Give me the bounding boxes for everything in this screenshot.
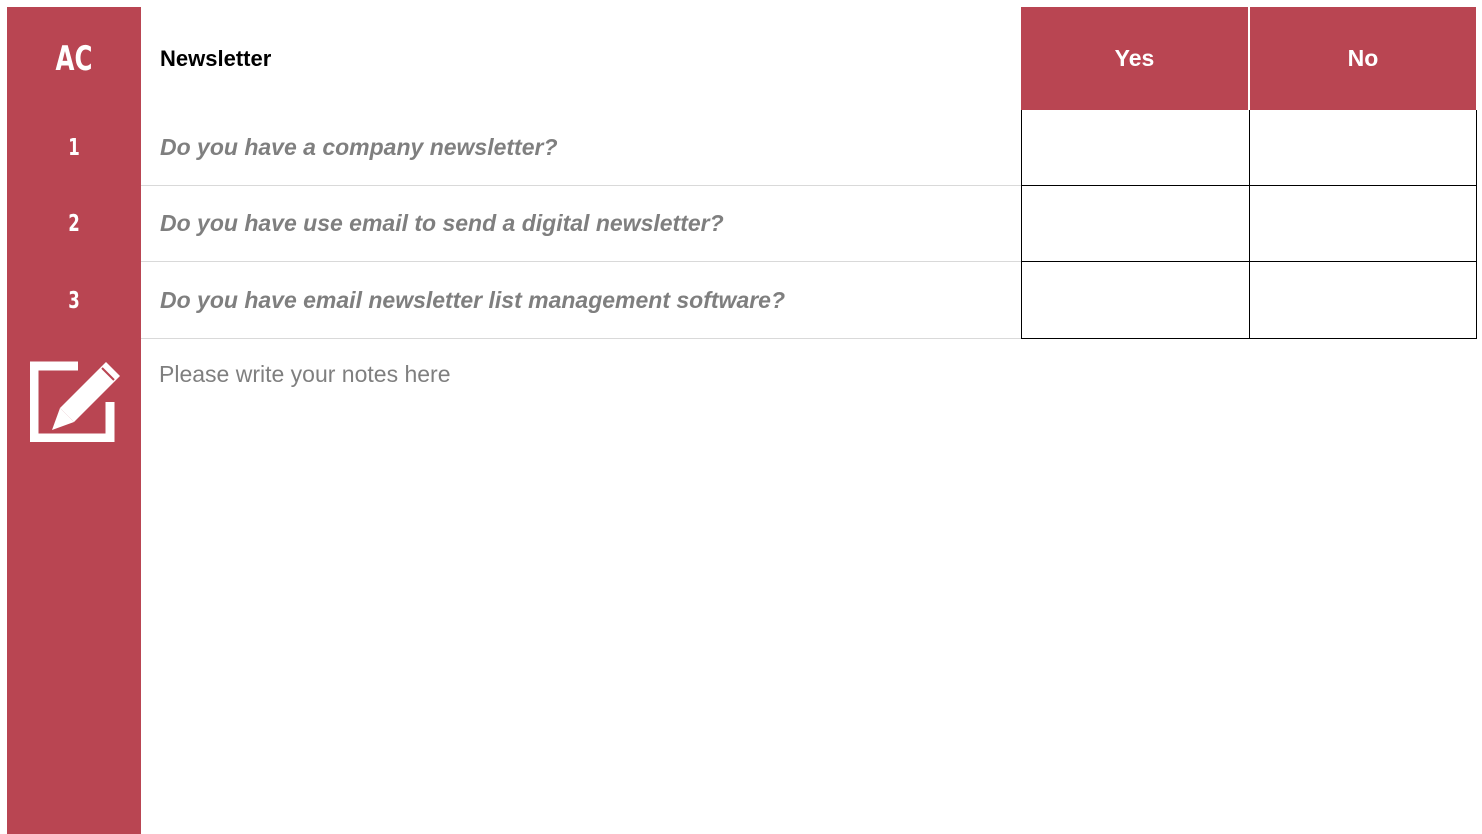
edit-notes-icon [30, 361, 120, 442]
no-column-header: No [1250, 7, 1476, 110]
row-number-2: 2 [68, 211, 80, 237]
answer-no-1[interactable] [1249, 110, 1477, 186]
question-2: Do you have use email to send a digital … [141, 186, 1021, 262]
question-3: Do you have email newsletter list manage… [141, 262, 1021, 339]
notes-placeholder[interactable]: Please write your notes here [159, 361, 451, 388]
answer-no-2[interactable] [1249, 186, 1477, 262]
answer-yes-2[interactable] [1021, 186, 1250, 262]
answer-no-3[interactable] [1249, 262, 1477, 339]
answer-yes-3[interactable] [1021, 262, 1250, 339]
section-code: AC [55, 38, 93, 79]
answer-yes-1[interactable] [1021, 110, 1250, 186]
row-number-3: 3 [68, 287, 80, 314]
section-title: Newsletter [160, 45, 272, 71]
row-number-1: 1 [68, 135, 80, 161]
yes-column-header: Yes [1021, 7, 1248, 110]
question-1: Do you have a company newsletter? [141, 110, 1021, 186]
